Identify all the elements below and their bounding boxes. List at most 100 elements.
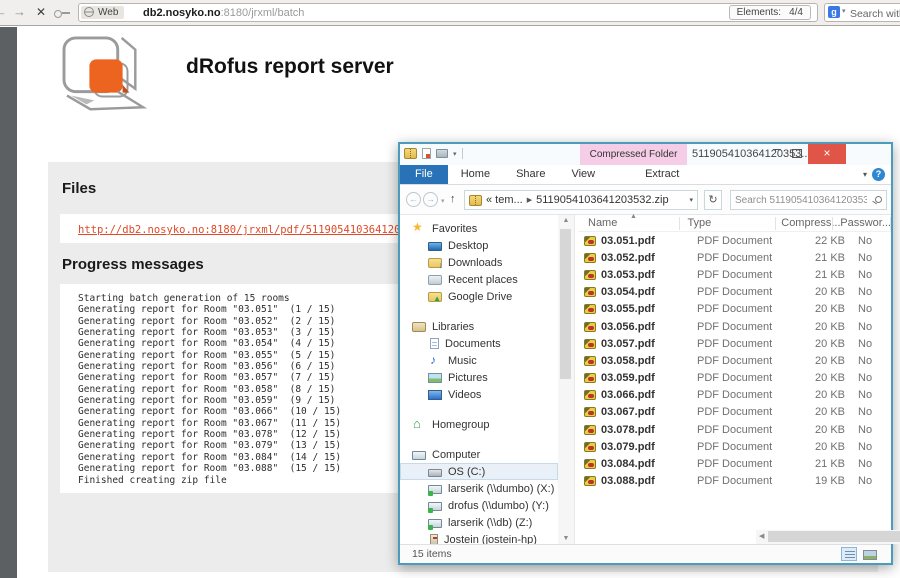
history-caret-icon[interactable]: ▾	[441, 197, 445, 205]
globe-icon	[84, 7, 94, 17]
file-password-protected: No	[845, 355, 872, 367]
nav-item-videos[interactable]: Videos	[400, 386, 558, 403]
file-row-03.084.pdf[interactable]: 03.084.pdfPDF Document21 KBNo	[578, 455, 891, 472]
tab-home[interactable]: Home	[448, 165, 503, 184]
scroll-up-icon[interactable]: ▲	[558, 217, 574, 224]
file-name-text: 03.055.pdf	[601, 303, 655, 315]
zip-download-link[interactable]: http://db2.nosyko.no:8180/jrxml/pdf/5119…	[78, 224, 451, 236]
nav-item-recent-places[interactable]: Recent places	[400, 271, 558, 288]
file-row-03.051.pdf[interactable]: 03.051.pdfPDF Document22 KBNo	[578, 232, 891, 249]
scroll-down-icon[interactable]: ▼	[558, 535, 574, 542]
context-tab-compressed-folder-tools[interactable]: Compressed Folder Tools	[580, 144, 687, 165]
file-row-03.078.pdf[interactable]: 03.078.pdfPDF Document20 KBNo	[578, 421, 891, 438]
properties-icon[interactable]	[422, 148, 431, 159]
breadcrumb[interactable]: « tem... ▶ 5119054103641203532.zip ▾	[464, 190, 698, 210]
file-password-protected: No	[845, 269, 872, 281]
tab-view[interactable]: View	[558, 165, 608, 184]
nav-item-drofus-dumbo-y[interactable]: drofus (\\dumbo) (Y:)	[400, 497, 558, 514]
netdrive-icon	[428, 519, 442, 528]
pane-separator[interactable]	[574, 215, 575, 544]
qat-caret-icon[interactable]: ▾	[453, 150, 457, 158]
file-row-03.066.pdf[interactable]: 03.066.pdfPDF Document20 KBNo	[578, 387, 891, 404]
nav-item-jostein-jostein-hp[interactable]: Jostein (jostein-hp)	[400, 531, 558, 544]
nav-item-os-c[interactable]: OS (C:)	[400, 463, 558, 480]
new-folder-icon[interactable]	[436, 149, 448, 158]
file-row-03.057.pdf[interactable]: 03.057.pdfPDF Document20 KBNo	[578, 335, 891, 352]
file-row-03.052.pdf[interactable]: 03.052.pdfPDF Document21 KBNo	[578, 249, 891, 266]
documents-icon	[430, 338, 439, 349]
breadcrumb-caret-icon[interactable]: ▾	[689, 196, 693, 204]
file-name-text: 03.079.pdf	[601, 441, 655, 453]
key-icon[interactable]	[54, 10, 70, 16]
browser-forward-icon[interactable]: →	[13, 4, 26, 19]
url-host: db2.nosyko.no	[143, 7, 221, 19]
nav-item-libraries[interactable]: Libraries	[400, 318, 558, 335]
nav-item-larserik-db-z[interactable]: larserik (\\db) (Z:)	[400, 514, 558, 531]
nav-item-google-drive[interactable]: Google Drive	[400, 288, 558, 305]
column-header-password[interactable]: Passwor...	[833, 215, 891, 232]
nav-item-documents[interactable]: Documents	[400, 335, 558, 352]
scroll-thumb[interactable]	[768, 531, 900, 542]
file-row-03.054.pdf[interactable]: 03.054.pdfPDF Document20 KBNo	[578, 284, 891, 301]
nav-item-label: larserik (\\db) (Z:)	[448, 517, 532, 529]
file-name-text: 03.056.pdf	[601, 321, 655, 333]
search-icon[interactable]	[875, 196, 882, 203]
file-row-03.067.pdf[interactable]: 03.067.pdfPDF Document20 KBNo	[578, 404, 891, 421]
nav-item-music[interactable]: Music	[400, 352, 558, 369]
file-row-03.088.pdf[interactable]: 03.088.pdfPDF Document19 KBNo	[578, 473, 891, 490]
nav-scrollbar[interactable]: ▲ ▼	[558, 215, 574, 544]
details-view-toggle-icon[interactable]	[841, 547, 857, 561]
file-row-03.055.pdf[interactable]: 03.055.pdfPDF Document20 KBNo	[578, 301, 891, 318]
nav-item-homegroup[interactable]: Homegroup	[400, 416, 558, 433]
breadcrumb-prefix[interactable]: « tem...	[486, 194, 523, 206]
column-header-compressed-size[interactable]: Compress...	[776, 215, 833, 232]
browser-search-field[interactable]: g▾ Search with G	[824, 3, 900, 22]
scroll-left-icon[interactable]: ◀	[759, 530, 764, 544]
breadcrumb-zip-name[interactable]: 5119054103641203532.zip	[536, 194, 669, 206]
qat-separator	[462, 148, 463, 159]
file-compressed-size: 20 KB	[795, 355, 845, 367]
explorer-back-icon[interactable]: ←	[406, 192, 421, 207]
nav-item-desktop[interactable]: Desktop	[400, 237, 558, 254]
collapse-ribbon-icon[interactable]: ▾	[863, 170, 867, 179]
scroll-thumb[interactable]	[560, 229, 571, 379]
file-row-03.059.pdf[interactable]: 03.059.pdfPDF Document20 KBNo	[578, 370, 891, 387]
google-icon[interactable]: g	[828, 6, 840, 18]
nav-item-larserik-dumbo-x[interactable]: larserik (\\dumbo) (X:)	[400, 480, 558, 497]
refresh-icon[interactable]: ↻	[704, 190, 722, 210]
file-row-03.079.pdf[interactable]: 03.079.pdfPDF Document20 KBNo	[578, 438, 891, 455]
file-type: PDF Document	[690, 389, 795, 401]
nav-item-computer[interactable]: Computer	[400, 446, 558, 463]
tab-extract[interactable]: Extract	[632, 165, 692, 184]
explorer-titlebar[interactable]: ▾ Compressed Folder Tools 51190541036412…	[400, 144, 891, 165]
horizontal-scrollbar[interactable]: ◀ ▶	[756, 530, 900, 544]
file-row-03.056.pdf[interactable]: 03.056.pdfPDF Document20 KBNo	[578, 318, 891, 335]
thumbnail-view-toggle-icon[interactable]	[861, 547, 877, 561]
close-button[interactable]: ×	[808, 144, 846, 164]
nav-item-favorites[interactable]: Favorites	[400, 220, 558, 237]
nav-item-pictures[interactable]: Pictures	[400, 369, 558, 386]
file-name: 03.052.pdf	[578, 252, 690, 264]
column-header-type[interactable]: Type	[680, 215, 776, 232]
minimize-button[interactable]	[768, 144, 786, 164]
tab-share[interactable]: Share	[503, 165, 558, 184]
maximize-button[interactable]	[788, 144, 806, 164]
browser-address-bar[interactable]: Web db2.nosyko.no:8180/jrxml/batch Eleme…	[78, 3, 818, 22]
file-row-03.058.pdf[interactable]: 03.058.pdfPDF Document20 KBNo	[578, 352, 891, 369]
url-text[interactable]: db2.nosyko.no:8180/jrxml/batch	[143, 7, 304, 19]
explorer-search-input[interactable]	[735, 192, 867, 208]
tab-file[interactable]: File	[400, 165, 448, 184]
search-engine-caret-icon[interactable]: ▾	[842, 8, 846, 15]
nav-item-downloads[interactable]: Downloads	[400, 254, 558, 271]
browser-stop-icon[interactable]: ✕	[36, 5, 46, 19]
help-icon[interactable]: ?	[872, 168, 885, 181]
explorer-forward-icon[interactable]: →	[423, 192, 438, 207]
column-header-name[interactable]: Name	[578, 215, 680, 232]
netdrive-icon	[428, 502, 442, 511]
up-folder-icon[interactable]: ↑	[450, 193, 456, 205]
file-compressed-size: 20 KB	[795, 389, 845, 401]
file-name: 03.067.pdf	[578, 406, 690, 418]
file-row-03.053.pdf[interactable]: 03.053.pdfPDF Document21 KBNo	[578, 266, 891, 283]
explorer-search-box[interactable]	[730, 190, 887, 210]
browser-back-icon[interactable]: ←	[0, 4, 7, 19]
